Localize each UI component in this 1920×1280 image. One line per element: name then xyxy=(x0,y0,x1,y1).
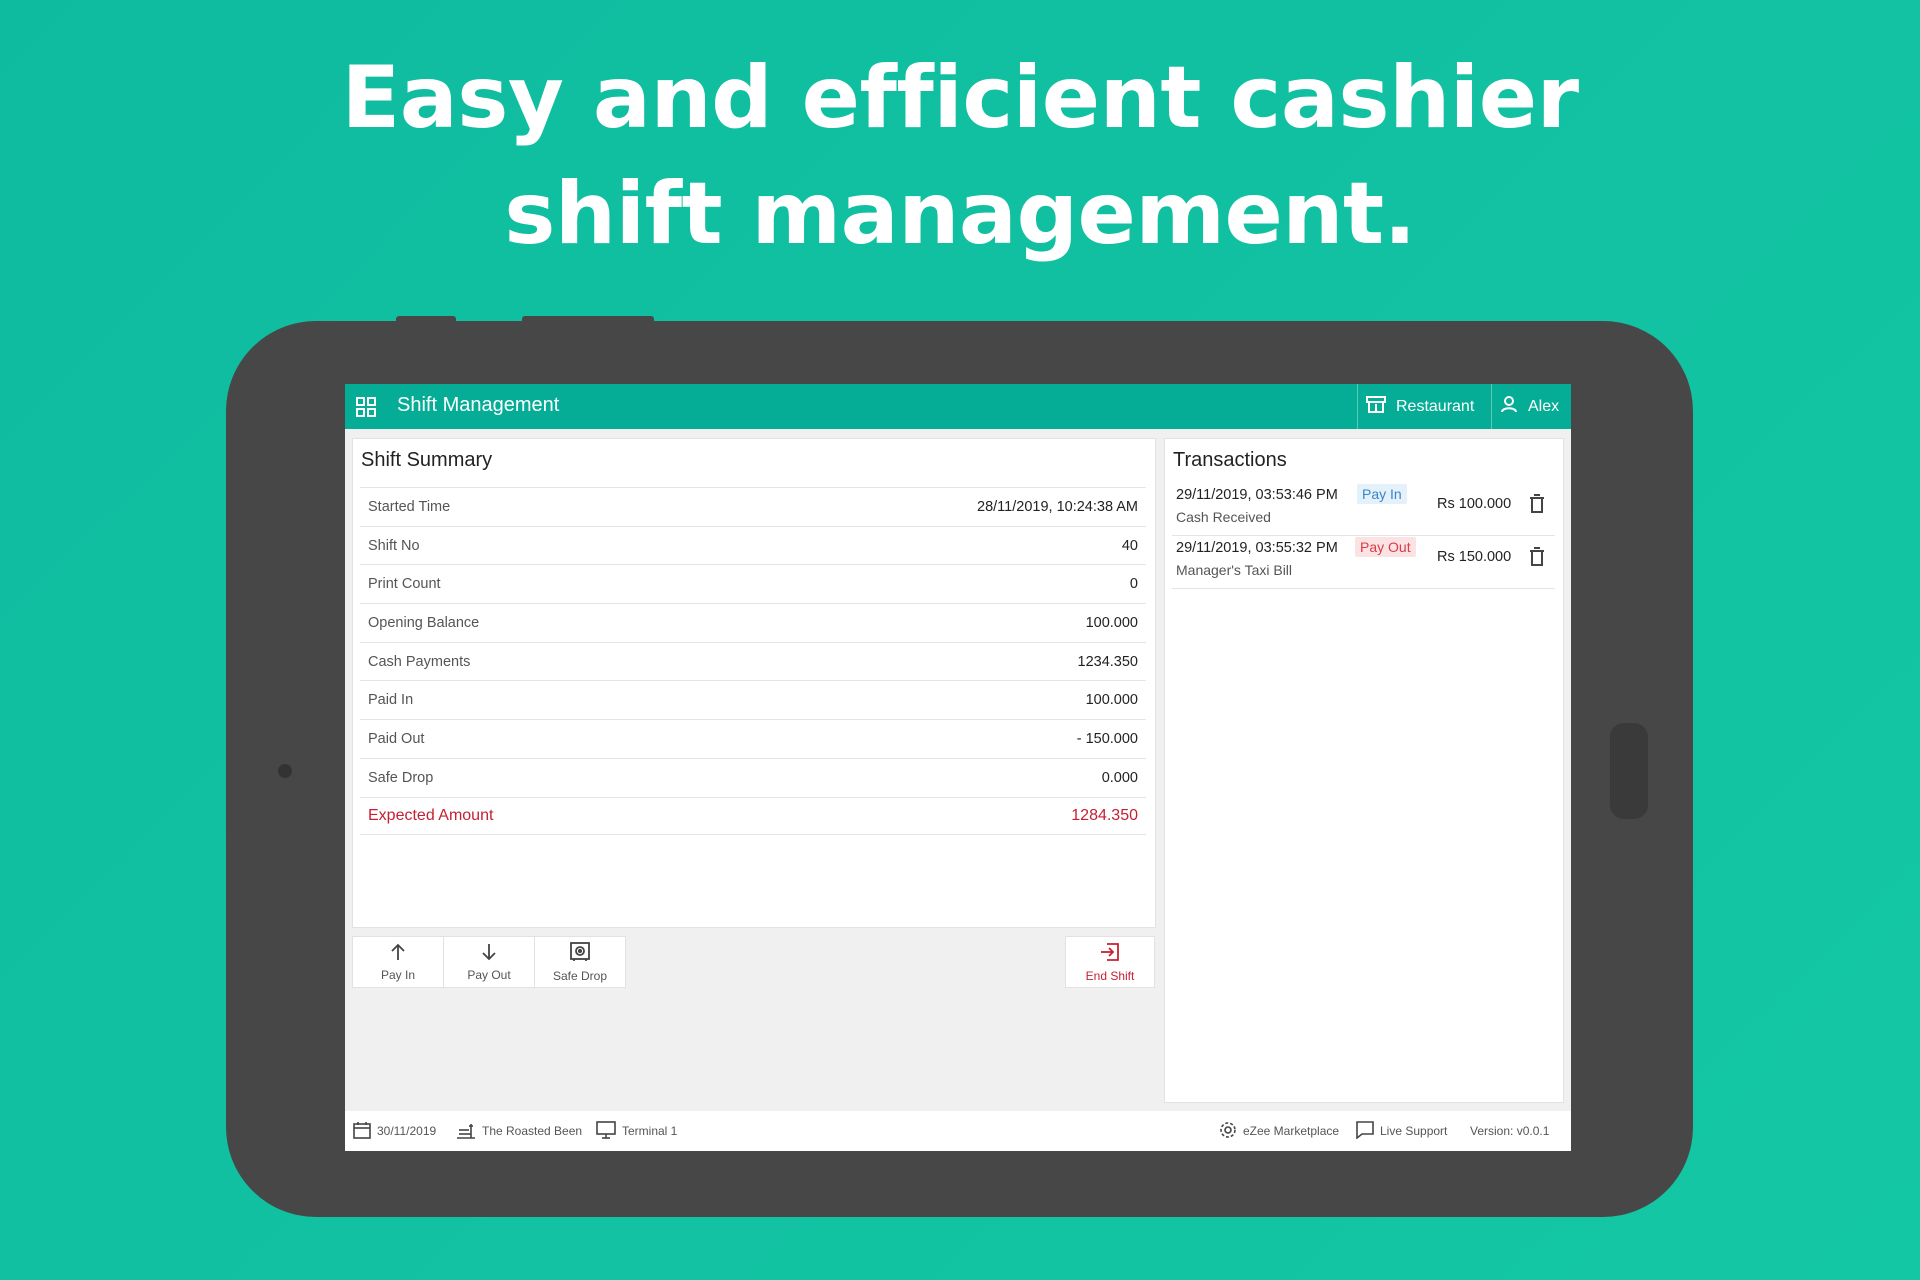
safe-icon xyxy=(570,941,590,965)
summary-row: Started Time 28/11/2019, 10:24:38 AM xyxy=(360,487,1146,526)
pay-in-button[interactable]: Pay In xyxy=(353,937,444,987)
user-icon xyxy=(1500,395,1518,418)
summary-row: Safe Drop 0.000 xyxy=(360,757,1146,797)
transactions-panel: Transactions 29/11/2019, 03:53:46 PM Pay… xyxy=(1164,438,1564,1103)
safe-drop-button[interactable]: Safe Drop xyxy=(535,937,625,987)
headline-line-2: shift management. xyxy=(504,164,1416,264)
page-title: Shift Management xyxy=(397,394,560,416)
shift-summary-panel: Shift Summary Started Time 28/11/2019, 10… xyxy=(352,438,1156,928)
summary-row: Opening Balance 100.000 xyxy=(360,603,1146,642)
transactions-title: Transactions xyxy=(1173,449,1287,471)
live-support-link[interactable]: Live Support xyxy=(1356,1111,1447,1151)
transaction-amount: Rs 150.000 xyxy=(1437,549,1512,565)
transactions-list: 29/11/2019, 03:53:46 PM Pay In Cash Rece… xyxy=(1172,483,1555,589)
end-shift-label: End Shift xyxy=(1085,968,1135,983)
trash-icon[interactable] xyxy=(1529,494,1545,519)
end-shift-button[interactable]: End Shift xyxy=(1065,936,1155,988)
marketplace-text: eZee Marketplace xyxy=(1243,1124,1340,1138)
user-menu[interactable]: Alex xyxy=(1500,384,1559,429)
date-text: 30/11/2019 xyxy=(377,1124,437,1138)
arrow-up-icon xyxy=(389,943,407,964)
transaction-type-badge: Pay Out xyxy=(1355,537,1416,557)
row-value: 100.000 xyxy=(1085,692,1138,709)
pay-in-label: Pay In xyxy=(380,967,416,982)
row-value: 100.000 xyxy=(1085,614,1138,631)
transaction-type-badge: Pay In xyxy=(1357,484,1407,504)
status-bar: 30/11/2019 The Roasted Been Terminal 1 e… xyxy=(345,1111,1571,1151)
chat-icon xyxy=(1356,1120,1374,1142)
row-label: Started Time xyxy=(368,498,451,515)
row-label: Safe Drop xyxy=(368,769,434,786)
app-header: Shift Management Restaurant Alex xyxy=(345,384,1571,429)
row-label: Paid Out xyxy=(368,730,425,747)
app-screen: Shift Management Restaurant Alex Shift S… xyxy=(345,384,1571,1151)
summary-row: Paid Out - 150.000 xyxy=(360,719,1146,758)
pay-out-button[interactable]: Pay Out xyxy=(444,937,535,987)
row-value: 28/11/2019, 10:24:38 AM xyxy=(977,498,1138,515)
version-label: Version: v0.0.1 xyxy=(1470,1111,1549,1151)
row-label: Expected Amount xyxy=(368,806,494,824)
apps-grid-icon[interactable] xyxy=(355,396,377,423)
outlet-label: Restaurant xyxy=(1396,397,1475,415)
transaction-amount: Rs 100.000 xyxy=(1437,496,1512,512)
summary-row: Print Count 0 xyxy=(360,564,1146,603)
transaction-item[interactable]: 29/11/2019, 03:55:32 PM Pay Out Manager'… xyxy=(1172,536,1555,589)
status-store: The Roasted Been xyxy=(456,1111,582,1151)
summary-row: Shift No 40 xyxy=(360,525,1146,565)
gear-icon xyxy=(1219,1121,1237,1142)
exit-icon xyxy=(1100,942,1120,965)
marketplace-link[interactable]: eZee Marketplace xyxy=(1219,1111,1339,1151)
version-text: Version: v0.0.1 xyxy=(1470,1124,1550,1138)
summary-row: Paid In 100.000 xyxy=(360,680,1146,719)
row-label: Shift No xyxy=(368,537,420,554)
support-text: Live Support xyxy=(1380,1124,1448,1138)
row-label: Opening Balance xyxy=(368,614,480,631)
user-name: Alex xyxy=(1528,397,1560,415)
row-value: 1234.350 xyxy=(1077,653,1138,670)
monitor-icon xyxy=(596,1120,616,1142)
transaction-item[interactable]: 29/11/2019, 03:53:46 PM Pay In Cash Rece… xyxy=(1172,483,1555,536)
row-label: Print Count xyxy=(368,576,441,593)
outlet-selector[interactable]: Restaurant xyxy=(1366,384,1474,429)
headline-line-1: Easy and efficient cashier xyxy=(341,48,1579,148)
shift-actions: Pay In Pay Out Safe Drop xyxy=(352,936,626,988)
summary-row: Cash Payments 1234.350 xyxy=(360,641,1146,681)
expected-amount-row: Expected Amount 1284.350 xyxy=(360,796,1146,836)
row-label: Paid In xyxy=(368,692,414,709)
trash-icon[interactable] xyxy=(1529,547,1545,572)
transaction-note: Cash Received xyxy=(1176,509,1271,525)
transaction-note: Manager's Taxi Bill xyxy=(1176,562,1293,578)
safe-drop-label: Safe Drop xyxy=(552,968,608,983)
status-terminal: Terminal 1 xyxy=(596,1111,677,1151)
row-label: Cash Payments xyxy=(368,653,471,670)
terminal-text: Terminal 1 xyxy=(622,1124,678,1138)
row-value: - 150.000 xyxy=(1076,730,1138,747)
row-value: 0.000 xyxy=(1101,769,1138,786)
shift-summary-title: Shift Summary xyxy=(361,449,493,471)
transaction-datetime: 29/11/2019, 03:53:46 PM xyxy=(1176,487,1338,503)
store-text: The Roasted Been xyxy=(482,1124,583,1138)
pay-out-label: Pay Out xyxy=(467,967,511,982)
arrow-down-icon xyxy=(480,943,498,964)
home-button xyxy=(1610,723,1648,819)
row-value: 40 xyxy=(1121,537,1138,554)
row-value: 1284.350 xyxy=(1071,806,1138,824)
summary-table: Started Time 28/11/2019, 10:24:38 AM Shif… xyxy=(360,487,1146,836)
store-icon xyxy=(1366,395,1386,418)
status-date: 30/11/2019 xyxy=(353,1111,436,1151)
store-counter-icon xyxy=(456,1121,476,1142)
transaction-datetime: 29/11/2019, 03:55:32 PM xyxy=(1176,540,1338,556)
calendar-icon xyxy=(353,1121,371,1142)
camera-icon xyxy=(278,764,292,778)
row-value: 0 xyxy=(1129,576,1138,593)
headline: Easy and efficient cashier shift managem… xyxy=(0,40,1920,272)
